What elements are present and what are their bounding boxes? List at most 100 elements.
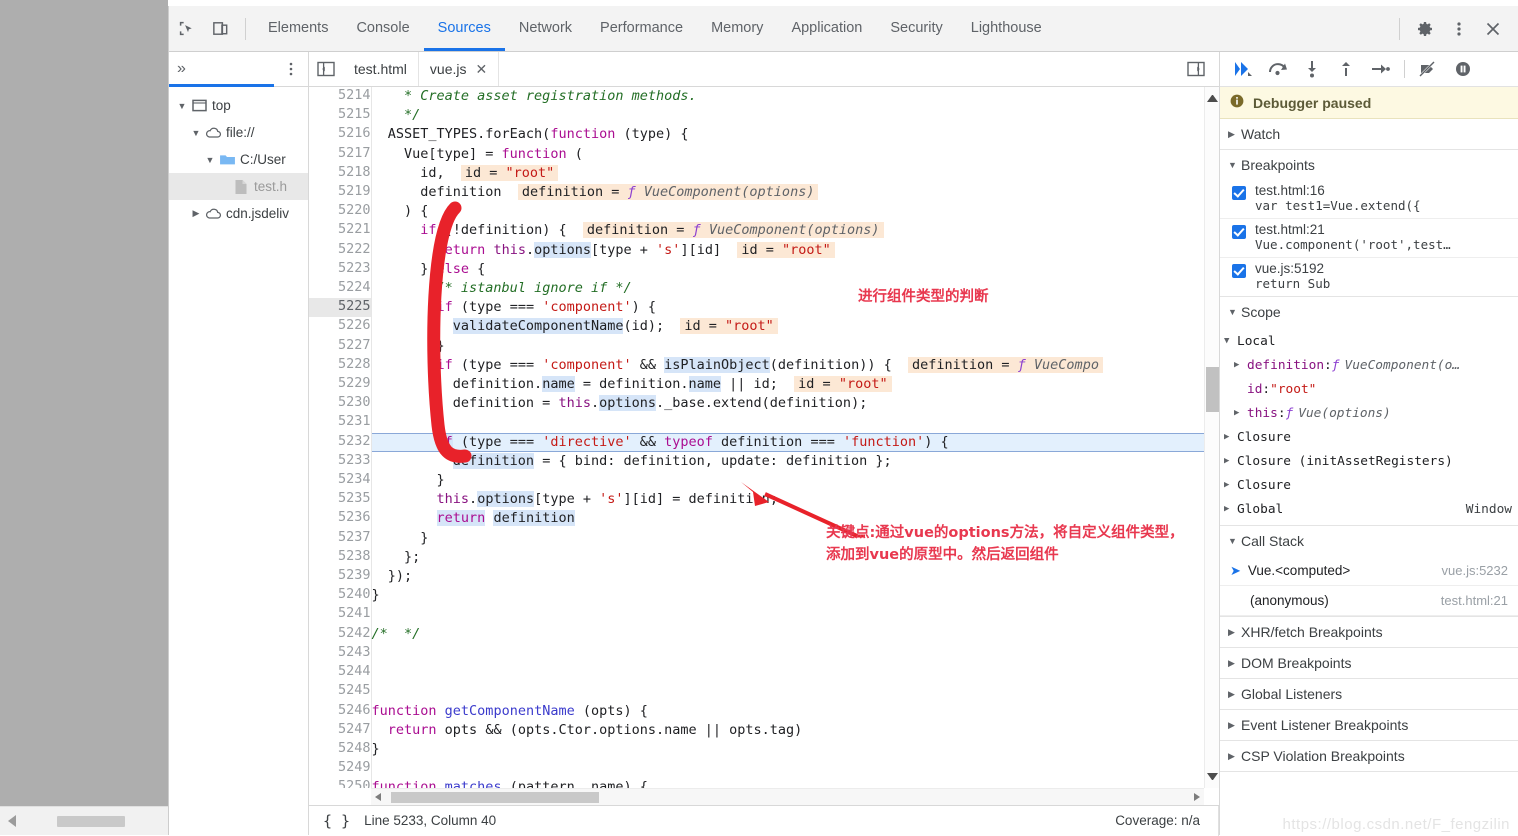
code-line[interactable]: 5218 id, id = "root" <box>309 164 1204 183</box>
line-number[interactable]: 5226 <box>309 317 371 336</box>
line-number[interactable]: 5236 <box>309 509 371 528</box>
tab-security[interactable]: Security <box>876 6 956 51</box>
code-line[interactable]: 5227 } <box>309 337 1204 356</box>
code-line[interactable]: 5244 <box>309 663 1204 682</box>
deactivate-breakpoints-icon[interactable] <box>1415 56 1443 82</box>
line-number[interactable]: 5242 <box>309 625 371 644</box>
pretty-print-button[interactable]: { } <box>309 812 364 830</box>
line-source[interactable]: return opts && (opts.Ctor.options.name |… <box>371 721 1204 740</box>
line-source[interactable]: definition = this.options._base.extend(d… <box>371 394 1204 413</box>
code-line[interactable]: 5247 return opts && (opts.Ctor.options.n… <box>309 721 1204 740</box>
line-source[interactable]: this.options[type + 's'][id] = definitio… <box>371 490 1204 509</box>
line-source[interactable]: id, id = "root" <box>371 164 1204 183</box>
collapse-triangle-icon[interactable]: ▶ <box>1224 480 1237 490</box>
line-source[interactable]: return definition <box>371 509 1204 528</box>
code-line[interactable]: 5219 definition definition = ƒ VueCompon… <box>309 183 1204 202</box>
code-line[interactable]: 5233 definition = { bind: definition, up… <box>309 452 1204 471</box>
line-number[interactable]: 5216 <box>309 125 371 144</box>
line-number[interactable]: 5233 <box>309 452 371 471</box>
line-source[interactable]: ASSET_TYPES.forEach(function (type) { <box>371 125 1204 144</box>
line-number[interactable]: 5228 <box>309 356 371 375</box>
line-number[interactable]: 5222 <box>309 241 371 260</box>
line-number[interactable]: 5240 <box>309 586 371 605</box>
line-source[interactable] <box>371 663 1204 682</box>
line-number[interactable]: 5215 <box>309 106 371 125</box>
line-source[interactable]: if (type === 'directive' && typeof defin… <box>371 433 1204 452</box>
scroll-right-arrow-icon[interactable] <box>1194 793 1200 801</box>
line-number[interactable]: 5232 <box>309 433 371 452</box>
section-call-stack-header[interactable]: ▼ Call Stack <box>1220 526 1518 556</box>
line-source[interactable]: } <box>371 740 1204 759</box>
line-number[interactable]: 5229 <box>309 375 371 394</box>
section-global-listeners-header[interactable]: ▶ Global Listeners <box>1220 679 1518 709</box>
line-number[interactable]: 5243 <box>309 644 371 663</box>
code-line[interactable]: 5246function getComponentName (opts) { <box>309 702 1204 721</box>
tab-application[interactable]: Application <box>777 6 876 51</box>
code-editor[interactable]: 5214 * Create asset registration methods… <box>309 87 1219 805</box>
collapse-triangle-icon[interactable]: ▶ <box>1234 360 1247 370</box>
line-source[interactable]: } <box>371 529 1204 548</box>
collapse-triangle-icon[interactable]: ▶ <box>189 208 203 219</box>
tree-node-cdn[interactable]: ▶ cdn.jsdeliv <box>169 200 308 227</box>
line-source[interactable]: definition definition = ƒ VueComponent(o… <box>371 183 1204 202</box>
line-number[interactable]: 5250 <box>309 778 371 788</box>
collapse-triangle-icon[interactable]: ▶ <box>1228 129 1241 140</box>
collapse-triangle-icon[interactable]: ▶ <box>1224 432 1237 442</box>
code-horizontal-scrollbar[interactable] <box>371 788 1204 805</box>
line-source[interactable]: */ <box>371 106 1204 125</box>
code-line[interactable]: 5237 } <box>309 529 1204 548</box>
close-tab-icon[interactable]: ✕ <box>475 52 487 86</box>
code-line[interactable]: 5242/* */ <box>309 625 1204 644</box>
scope-group-closure-init-asset-registers[interactable]: ▶ Closure (initAssetRegisters) <box>1224 449 1518 473</box>
line-source[interactable]: * Create asset registration methods. <box>371 87 1204 106</box>
line-source[interactable]: Vue[type] = function ( <box>371 145 1204 164</box>
line-number[interactable]: 5244 <box>309 663 371 682</box>
line-number[interactable]: 5219 <box>309 183 371 202</box>
step-icon[interactable] <box>1366 56 1394 82</box>
line-source[interactable]: } <box>371 586 1204 605</box>
collapse-triangle-icon[interactable]: ▶ <box>1228 658 1241 669</box>
line-source[interactable]: definition.name = definition.name || id;… <box>371 375 1204 394</box>
scope-group-global[interactable]: ▶ Global Window <box>1224 497 1518 521</box>
code-line[interactable]: 5234 } <box>309 471 1204 490</box>
navigator-more-options-icon[interactable] <box>274 60 308 78</box>
editor-tab-test-html[interactable]: test.html <box>343 52 419 86</box>
line-source[interactable]: } else { <box>371 260 1204 279</box>
more-vertical-icon[interactable] <box>1442 14 1476 44</box>
line-source[interactable]: if (!definition) { definition = ƒ VueCom… <box>371 221 1204 240</box>
line-source[interactable]: if (type === 'component') { <box>371 298 1204 317</box>
line-number[interactable]: 5248 <box>309 740 371 759</box>
code-line[interactable]: 5235 this.options[type + 's'][id] = defi… <box>309 490 1204 509</box>
line-number[interactable]: 5238 <box>309 548 371 567</box>
call-stack-frame[interactable]: (anonymous) test.html:21 <box>1220 586 1518 616</box>
code-line[interactable]: 5229 definition.name = definition.name |… <box>309 375 1204 394</box>
line-number[interactable]: 5234 <box>309 471 371 490</box>
step-out-icon[interactable] <box>1332 56 1360 82</box>
tree-node-folder[interactable]: ▼ C:/User <box>169 146 308 173</box>
code-line[interactable]: 5231 } <box>309 413 1204 432</box>
collapse-triangle-icon[interactable]: ▶ <box>1228 751 1241 762</box>
line-source[interactable]: return this.options[type + 's'][id] id =… <box>371 241 1204 260</box>
code-line[interactable]: 5238 }; <box>309 548 1204 567</box>
line-number[interactable]: 5247 <box>309 721 371 740</box>
section-scope-header[interactable]: ▼ Scope <box>1220 297 1518 327</box>
scope-row-definition[interactable]: ▶ definition : ƒ VueComponent(o… <box>1224 353 1518 377</box>
tree-node-file-protocol[interactable]: ▼ file:// <box>169 119 308 146</box>
line-number[interactable]: 5225 <box>309 298 371 317</box>
scope-group-closure-1[interactable]: ▶ Closure <box>1224 425 1518 449</box>
line-source[interactable] <box>371 682 1204 701</box>
device-toolbar-icon[interactable] <box>203 14 237 44</box>
scroll-down-arrow-icon[interactable] <box>1207 773 1218 784</box>
line-source[interactable]: function matches (pattern, name) { <box>371 778 1204 788</box>
code-line[interactable]: 5249 <box>309 759 1204 778</box>
line-number[interactable]: 5217 <box>309 145 371 164</box>
line-number[interactable]: 5246 <box>309 702 371 721</box>
collapse-triangle-icon[interactable]: ▶ <box>1228 627 1241 638</box>
collapse-triangle-icon[interactable]: ▶ <box>1228 689 1241 700</box>
code-line[interactable]: 5230 definition = this.options._base.ext… <box>309 394 1204 413</box>
tab-lighthouse[interactable]: Lighthouse <box>957 6 1056 51</box>
code-line[interactable]: 5224 /* istanbul ignore if */ <box>309 279 1204 298</box>
tab-performance[interactable]: Performance <box>586 6 697 51</box>
breakpoint-checkbox[interactable] <box>1232 186 1246 200</box>
expand-triangle-icon[interactable]: ▼ <box>1228 536 1241 546</box>
